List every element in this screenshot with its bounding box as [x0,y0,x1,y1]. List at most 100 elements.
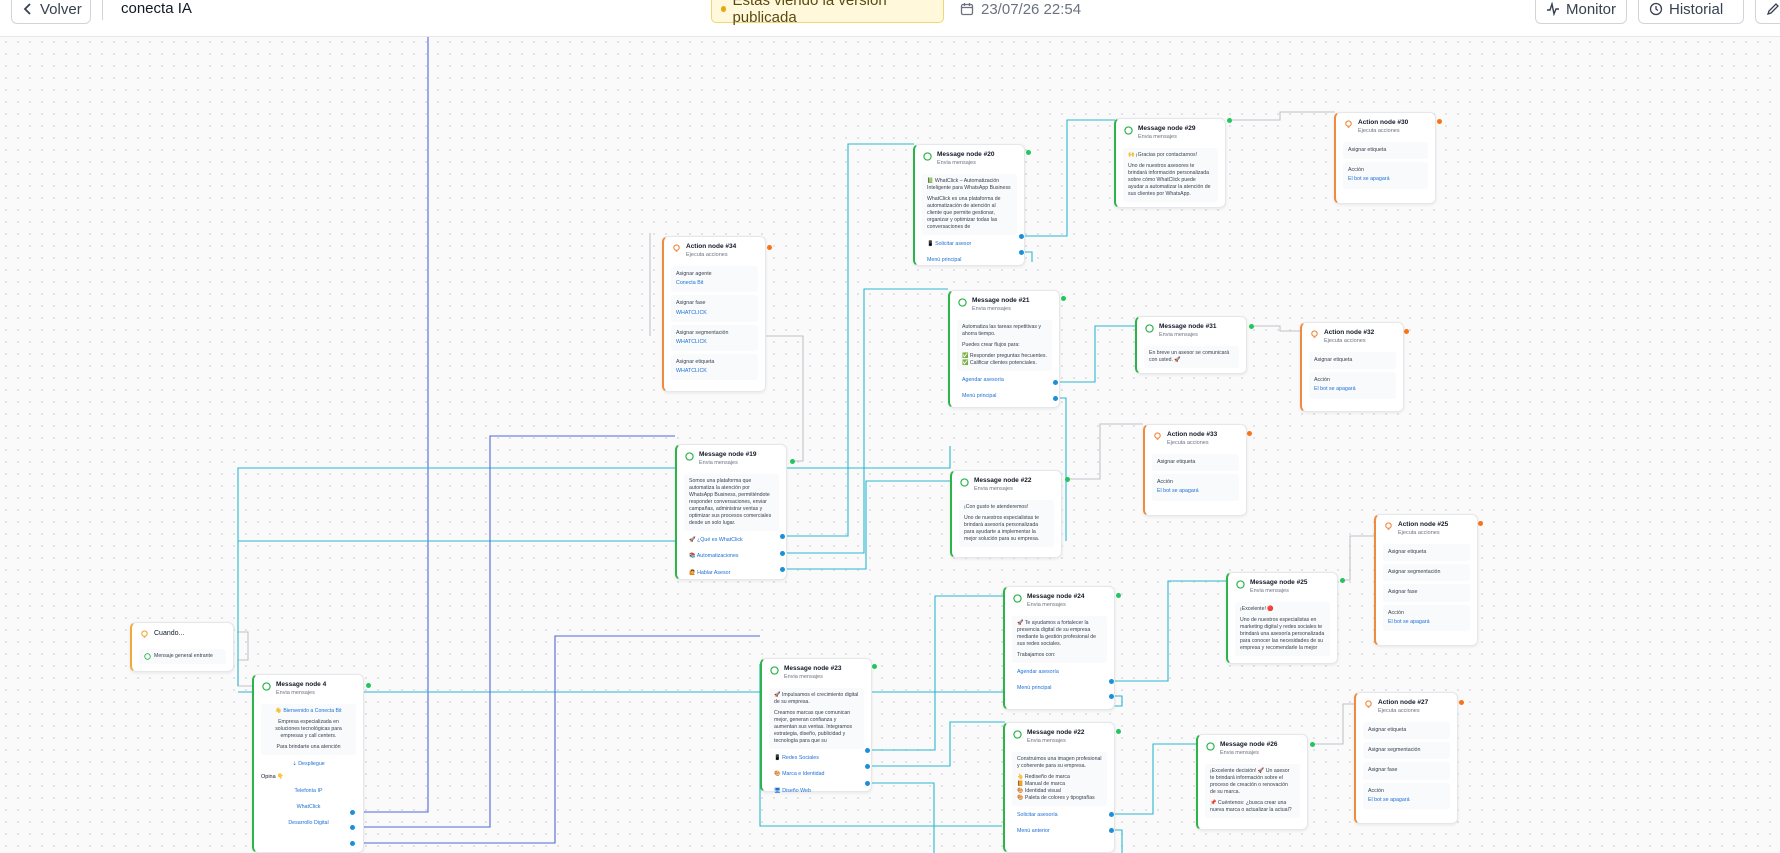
history-button[interactable]: Historial [1638,0,1744,24]
message-node-29[interactable]: Message node #29 Envia mensajes 🙌 ¡Gracia… [1114,118,1226,208]
node-output-port[interactable] [1247,431,1252,436]
option-button[interactable]: Menú principal [1012,682,1107,695]
option-button[interactable]: 🙋 Hablar Asesor [684,567,779,580]
option-button[interactable]: Menú principal [922,254,1017,267]
button-output-port[interactable] [1109,812,1114,817]
back-button[interactable]: Volver [11,0,91,24]
button-output-port[interactable] [1109,828,1114,833]
node-output-port[interactable] [1404,329,1409,334]
option-button[interactable]: Telefonía IP [261,785,356,798]
message-node-20[interactable]: Message node #20 Envia mensajes 📗 WhatCli… [913,144,1025,266]
action-row: Asignar etiqueta [1152,454,1239,472]
option-button[interactable]: 🚀 ¿Qué es WhatClick [684,534,779,547]
option-button[interactable]: 📱 Solicitar asesor [922,238,1017,251]
node-output-port[interactable] [1227,118,1232,123]
message-text: Somos una plataforma que automatiza la a… [689,478,772,527]
button-output-port[interactable] [1109,694,1114,699]
option-button[interactable]: 🖥 Diseño Web [769,785,864,798]
button-output-port[interactable] [350,810,355,815]
node-output-port[interactable] [790,459,795,464]
button-output-port[interactable] [865,748,870,753]
message-node-24[interactable]: Message node #24 Envia mensajes 🚀 Te ayud… [1003,586,1115,710]
node-output-port[interactable] [1116,729,1121,734]
node-subtitle: Ejecuta acciones [1378,707,1420,714]
action-node-30[interactable]: Action node #30 Ejecuta acciones Asignar … [1334,112,1436,204]
option-button[interactable]: Desarrollo Digital [261,817,356,830]
action-label: Asignar etiqueta [676,359,715,366]
deploy-label: Despliegue [298,761,325,768]
button-output-port[interactable] [1109,679,1114,684]
node-output-port[interactable] [1459,700,1464,705]
message-body: 👋 Bienvenido a Conecta Bit Empresa espec… [261,704,356,756]
node-output-port[interactable] [872,664,877,669]
flow-canvas[interactable]: Cuando... Mensaje general entrante Messa… [0,36,1780,853]
message-body: Somos una plataforma que automatiza la a… [684,474,779,532]
monitor-label: Monitor [1566,0,1617,18]
edit-button[interactable] [1755,0,1780,24]
message-node-22-lower[interactable]: Message node #22 Envia mensajes Construim… [1003,722,1115,853]
node-output-port[interactable] [1065,477,1070,482]
action-value: WHATCLICK [676,309,707,316]
action-node-33[interactable]: Action node #33 Ejecuta acciones Asignar … [1143,424,1247,516]
whatsapp-icon [1013,594,1022,603]
node-output-port[interactable] [1061,296,1066,301]
action-node-34[interactable]: Action node #34 Ejecuta acciones Asignar … [662,236,766,392]
option-button[interactable]: Agendar asesoría [957,374,1052,387]
message-node-25[interactable]: Message node #25 Envia mensajes ¡Excelent… [1226,572,1338,664]
history-icon [1649,2,1663,16]
history-label: Historial [1669,0,1724,18]
message-node-4[interactable]: Message node 4 Envia mensajes 👋 Bienvenid… [252,674,364,853]
button-output-port[interactable] [1019,250,1024,255]
button-output-port[interactable] [780,567,785,572]
deploy-button[interactable]: ⇣ Despliegue [261,758,356,771]
node-output-port[interactable] [1310,742,1315,747]
button-output-port[interactable] [350,841,355,846]
message-node-31[interactable]: Message node #31 Envia mensajes En breve … [1135,316,1247,374]
node-output-port[interactable] [1340,578,1345,583]
action-node-32[interactable]: Action node #32 Ejecuta acciones Asignar … [1300,322,1404,412]
button-output-port[interactable] [1053,396,1058,401]
monitor-button[interactable]: Monitor [1535,0,1627,24]
action-label: Acción [1157,479,1173,486]
option-button[interactable]: 📚 Automatizaciones [684,550,779,563]
lightbulb-icon [1311,330,1318,338]
action-label: Acción [1388,609,1404,616]
button-output-port[interactable] [780,534,785,539]
option-button[interactable]: 📱 Redes Sociales [769,752,864,765]
action-node-27[interactable]: Action node #27 Ejecuta acciones Asignar … [1354,692,1458,824]
message-node-22[interactable]: Message node #22 Envia mensajes ¡Con gust… [950,470,1062,558]
button-output-port[interactable] [865,764,870,769]
whatsapp-icon [960,478,969,487]
node-output-port[interactable] [1026,150,1031,155]
message-node-21[interactable]: Message node #21 Envia mensajes Automatiz… [948,290,1060,408]
edge [1313,703,1355,745]
trigger-node[interactable]: Cuando... Mensaje general entrante [130,622,234,672]
published-version-notice: Estas viendo la versión publicada [711,0,944,26]
option-button[interactable]: Menú anterior [1012,825,1107,838]
button-output-port[interactable] [1053,380,1058,385]
action-row: Asignar etiqueta WHATCLICK [671,354,758,381]
option-button[interactable]: Solicitar asesoría [1012,809,1107,822]
node-output-port[interactable] [767,245,772,250]
node-output-port[interactable] [1116,593,1121,598]
action-node-25[interactable]: Action node #25 Ejecuta acciones Asignar … [1374,514,1478,646]
button-output-port[interactable] [350,825,355,830]
node-output-port[interactable] [1478,521,1483,526]
node-output-port[interactable] [1437,119,1442,124]
message-node-19[interactable]: Message node #19 Envia mensajes Somos una… [675,444,787,580]
button-output-port[interactable] [865,781,870,786]
option-button[interactable]: Menú principal [957,390,1052,403]
option-button[interactable]: WhatClick [261,801,356,814]
node-output-port[interactable] [366,683,371,688]
message-node-26[interactable]: Message node #26 Envia mensajes ¡Excelent… [1196,734,1308,830]
option-button[interactable]: 🎨 Marca e Identidad [769,768,864,781]
whatsapp-icon [144,653,151,660]
node-output-port[interactable] [1249,324,1254,329]
button-output-port[interactable] [1019,234,1024,239]
action-row: Asignar etiqueta [1363,722,1450,740]
message-text: 🚀 Te ayudamos a fortalecer la presencia … [1017,620,1097,648]
message-node-23[interactable]: Message node #23 Envia mensajes 🚀 Impulsa… [760,658,872,794]
message-body: ¡Con gusto te atenderemos! Uno de nuestro… [959,500,1054,548]
button-output-port[interactable] [780,551,785,556]
option-button[interactable]: Agendar asesoría [1012,666,1107,679]
